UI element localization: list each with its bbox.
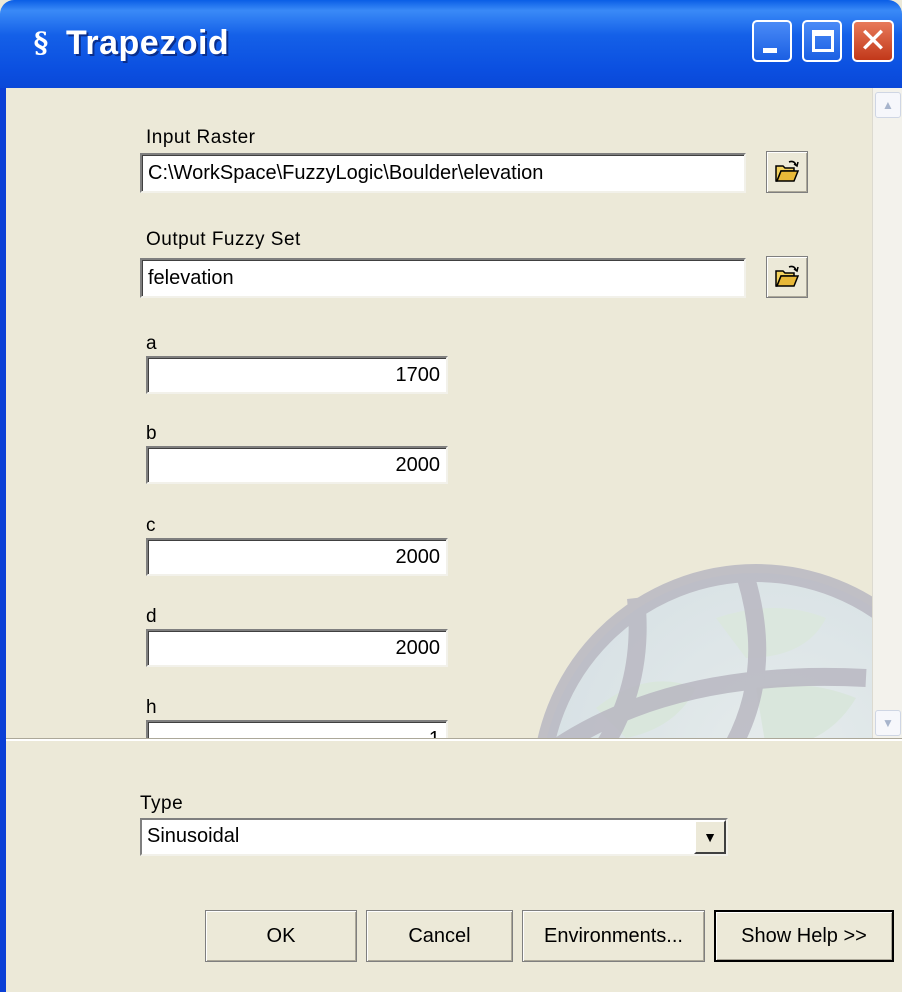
a-field[interactable]: 1700: [146, 356, 448, 394]
open-folder-icon: [775, 160, 800, 182]
input-raster-field[interactable]: C:\WorkSpace\FuzzyLogic\Boulder\elevatio…: [140, 153, 746, 193]
chevron-down-icon[interactable]: ▼: [694, 820, 726, 854]
minimize-button[interactable]: [752, 20, 792, 62]
type-select[interactable]: Sinusoidal ▼: [140, 818, 728, 856]
output-fuzzy-set-label: Output Fuzzy Set: [146, 229, 301, 250]
d-label: d: [146, 606, 158, 627]
cancel-button[interactable]: Cancel: [366, 910, 513, 962]
d-field[interactable]: 2000: [146, 629, 448, 667]
scroll-down-icon[interactable]: ▼: [875, 710, 901, 736]
minimize-icon: [763, 48, 777, 53]
dialog-content: Input Raster C:\WorkSpace\FuzzyLogic\Bou…: [6, 88, 872, 740]
b-field[interactable]: 2000: [146, 446, 448, 484]
close-button[interactable]: ✕: [852, 20, 894, 62]
open-folder-icon: [775, 265, 800, 287]
maximize-button[interactable]: [802, 20, 842, 62]
ok-button[interactable]: OK: [205, 910, 357, 962]
title-bar[interactable]: § Trapezoid ✕: [0, 0, 902, 88]
input-raster-browse-button[interactable]: [766, 151, 808, 193]
b-label: b: [146, 423, 158, 444]
a-label: a: [146, 333, 158, 354]
vertical-scrollbar[interactable]: ▲ ▼: [872, 88, 902, 740]
output-fuzzy-set-browse-button[interactable]: [766, 256, 808, 298]
c-field[interactable]: 2000: [146, 538, 448, 576]
type-selected-value: Sinusoidal: [147, 825, 240, 847]
globe-watermark-icon: [537, 564, 872, 740]
output-fuzzy-set-field[interactable]: felevation: [140, 258, 746, 298]
close-icon: ✕: [858, 21, 888, 61]
h-field[interactable]: 1: [146, 720, 448, 740]
h-label: h: [146, 697, 158, 718]
footer-divider: [6, 738, 902, 741]
environments-button[interactable]: Environments...: [522, 910, 705, 962]
input-raster-label: Input Raster: [146, 127, 256, 148]
window-title: Trapezoid: [66, 24, 230, 62]
maximize-icon: [812, 30, 834, 52]
show-help-button[interactable]: Show Help >>: [714, 910, 894, 962]
tool-script-icon: §: [33, 26, 49, 59]
scroll-up-icon[interactable]: ▲: [875, 92, 901, 118]
c-label: c: [146, 515, 156, 536]
type-label: Type: [140, 793, 184, 814]
